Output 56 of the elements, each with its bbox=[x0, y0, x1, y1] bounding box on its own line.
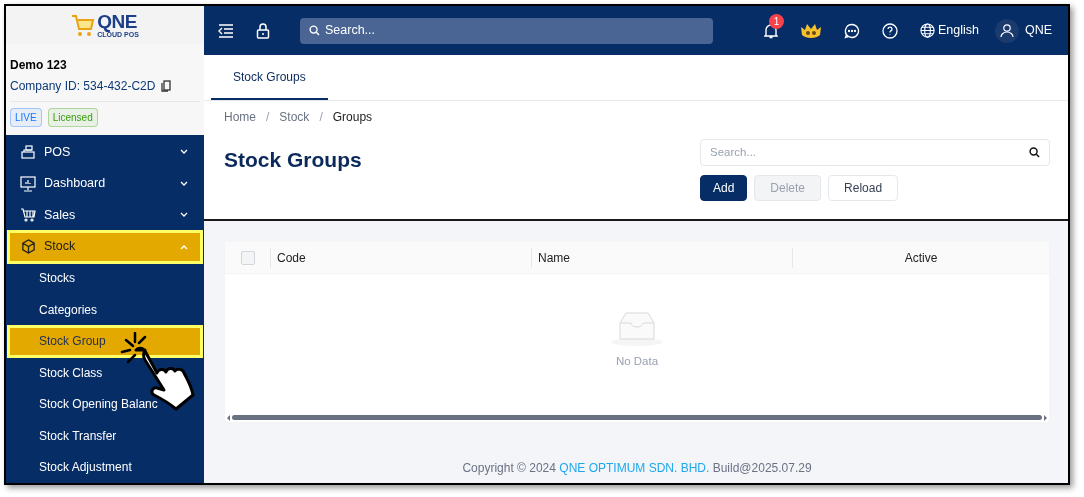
submenu-item[interactable]: Stock Transfer bbox=[8, 420, 202, 452]
column-header: Name bbox=[538, 249, 570, 267]
search-field[interactable]: Search... bbox=[300, 17, 713, 44]
checkbox[interactable] bbox=[240, 250, 255, 265]
chevron-down-icon bbox=[180, 180, 188, 187]
copyright-text: Copyright © 2024 QNE OPTIMUM SDN. BHD. Build@2025.07.29 bbox=[461, 460, 813, 477]
status-badge: LIVE bbox=[10, 107, 42, 127]
menu-item[interactable]: POS bbox=[8, 136, 202, 168]
menu-icon bbox=[20, 145, 36, 160]
menu-collapse-icon[interactable] bbox=[218, 23, 234, 38]
globe-icon bbox=[919, 23, 935, 38]
menu-item[interactable]: Sales bbox=[8, 199, 202, 231]
page-title: Stock Groups bbox=[224, 147, 363, 173]
breadcrumb-separator: / bbox=[319, 109, 323, 126]
chat-icon[interactable] bbox=[843, 22, 860, 39]
chevron-up-icon bbox=[180, 243, 188, 250]
mascot-icon[interactable] bbox=[799, 22, 822, 39]
tab[interactable]: Stock Groups bbox=[211, 55, 328, 100]
user-menu[interactable]: QNE bbox=[994, 18, 1052, 43]
column-header: Code bbox=[277, 249, 306, 267]
submenu-item[interactable]: Stock Group bbox=[8, 325, 202, 357]
user-avatar-icon bbox=[994, 18, 1019, 43]
company-id: Company ID: 534-432-C2D bbox=[10, 77, 156, 95]
menu-item[interactable]: Dashboard bbox=[8, 168, 202, 200]
empty-message: No Data bbox=[615, 353, 659, 369]
search-icon bbox=[309, 25, 320, 36]
submenu-item[interactable]: Categories bbox=[8, 294, 202, 326]
breadcrumb-separator: / bbox=[266, 109, 270, 126]
menu-icon bbox=[20, 239, 36, 255]
action-button[interactable]: Add bbox=[700, 175, 748, 201]
chevron-down-icon bbox=[180, 212, 188, 219]
menu-item[interactable]: Stock bbox=[8, 231, 202, 263]
breadcrumb-link[interactable]: Home bbox=[224, 108, 256, 126]
chevron-down-icon bbox=[180, 149, 188, 156]
lock-icon[interactable] bbox=[256, 22, 270, 39]
submenu-item[interactable]: Stock Adjustment bbox=[8, 451, 202, 483]
language-selector[interactable]: English bbox=[919, 21, 979, 40]
column-header: Active bbox=[904, 249, 938, 267]
breadcrumb-link[interactable]: Stock bbox=[279, 108, 310, 126]
submenu-item[interactable]: Stocks bbox=[8, 262, 202, 294]
empty-inbox-icon bbox=[610, 310, 664, 347]
notification-badge: 1 bbox=[768, 13, 784, 29]
menu-icon bbox=[20, 175, 36, 192]
status-badge: Licensed bbox=[47, 107, 98, 127]
logo-title: QNE bbox=[97, 11, 138, 31]
company-name: Demo 123 bbox=[10, 56, 68, 74]
cart-icon bbox=[71, 12, 96, 37]
submenu-item[interactable]: Stock Class bbox=[8, 357, 202, 389]
submenu-item[interactable]: Stock Opening Balanc bbox=[8, 388, 202, 420]
action-button[interactable]: Reload bbox=[828, 175, 899, 201]
search-icon[interactable] bbox=[1029, 147, 1040, 158]
copy-icon[interactable] bbox=[161, 79, 172, 92]
breadcrumb-current: Groups bbox=[332, 109, 373, 126]
help-icon[interactable] bbox=[881, 22, 898, 39]
menu-icon bbox=[20, 208, 36, 223]
scrollbar[interactable] bbox=[225, 413, 1049, 422]
